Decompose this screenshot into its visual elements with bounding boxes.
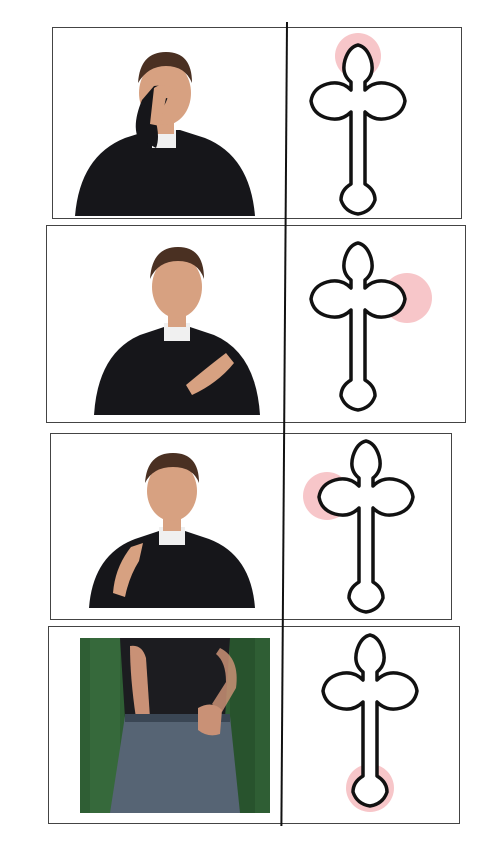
cross-icon-highlight-left <box>303 439 415 614</box>
man-jeans-photo <box>80 638 270 813</box>
cross-icon-highlight-top <box>309 33 407 216</box>
priest-forehead-photo <box>75 52 255 216</box>
priest-right-shoulder-photo <box>94 247 260 415</box>
cross-icon-highlight-bottom <box>321 633 419 812</box>
priest-left-shoulder-photo <box>89 453 255 608</box>
cross-icon-highlight-right <box>309 241 432 412</box>
